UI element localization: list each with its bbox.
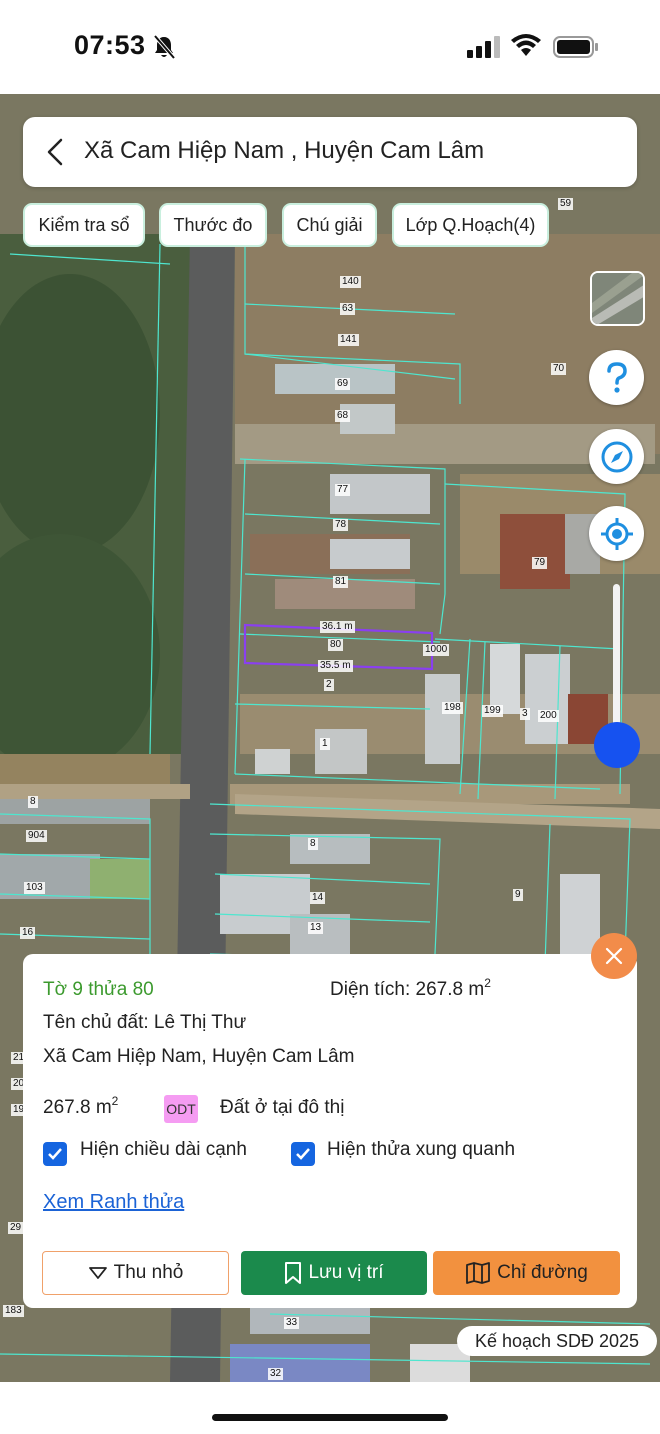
- show-edge-length-label[interactable]: Hiện chiều dài cạnh: [80, 1139, 247, 1161]
- parcel-number[interactable]: 3: [520, 708, 530, 720]
- planning-layer-button[interactable]: Lớp Q.Hoạch(4): [392, 203, 549, 247]
- area-value-text: 267.8 m: [43, 1097, 112, 1118]
- show-neighbors-label[interactable]: Hiện thửa xung quanh: [327, 1139, 515, 1161]
- collapse-button[interactable]: Thu nhỏ: [42, 1251, 229, 1295]
- address-label: Xã Cam Hiệp Nam, Huyện Cam Lâm: [43, 1046, 355, 1067]
- home-indicator[interactable]: [212, 1414, 448, 1421]
- parcel-number[interactable]: 68: [335, 410, 351, 422]
- land-code-badge: ODT: [164, 1095, 198, 1123]
- area-label-sup: 2: [484, 976, 491, 990]
- show-edge-length-checkbox[interactable]: [43, 1142, 67, 1166]
- parcel-number[interactable]: 70: [551, 363, 567, 375]
- parcel-number-selected[interactable]: 80: [328, 639, 344, 651]
- sheet-parcel-label: Tờ 9 thửa 80: [43, 979, 154, 1000]
- battery-icon: [553, 36, 598, 58]
- status-time: 07:53: [74, 30, 146, 60]
- owner-label: Tên chủ đất: Lê Thị Thư: [43, 1012, 247, 1033]
- question-icon: [606, 361, 627, 393]
- parcel-number[interactable]: 8: [28, 796, 38, 808]
- parcel-number[interactable]: 1000: [423, 644, 450, 656]
- parcel-number[interactable]: 9: [513, 889, 523, 901]
- crosshair-location-icon: [600, 517, 633, 550]
- status-bar: 07:53: [0, 0, 660, 94]
- parcel-number[interactable]: 78: [333, 519, 349, 531]
- parcel-number[interactable]: 199: [482, 705, 503, 717]
- triangle-down-icon: [88, 1267, 107, 1279]
- parcel-number[interactable]: 183: [3, 1305, 24, 1317]
- area-label-text: Diện tích: 267.8 m: [330, 979, 485, 1000]
- parcel-number[interactable]: 141: [338, 334, 359, 346]
- parcel-number[interactable]: 79: [532, 557, 548, 569]
- parcel-number[interactable]: 29: [8, 1222, 24, 1234]
- land-type-label: Đất ở tại đô thị: [220, 1097, 345, 1118]
- show-neighbors-checkbox[interactable]: [291, 1142, 315, 1166]
- directions-label: Chỉ đường: [497, 1262, 588, 1283]
- collapse-button-label: Thu nhỏ: [113, 1262, 184, 1283]
- parcel-number[interactable]: 59: [558, 198, 574, 210]
- land-use-plan-badge[interactable]: Kế hoạch SDĐ 2025: [457, 1326, 657, 1356]
- location-header: Xã Cam Hiệp Nam , Huyện Cam Lâm: [23, 117, 637, 187]
- parcel-number[interactable]: 140: [340, 276, 361, 288]
- directions-button[interactable]: Chỉ đường: [433, 1251, 620, 1295]
- base-layer-toggle[interactable]: [590, 271, 645, 326]
- ruler-button[interactable]: Thước đo: [159, 203, 267, 247]
- home-area: [0, 1382, 660, 1434]
- area-value: 267.8 m2: [43, 1094, 119, 1119]
- parcel-number[interactable]: 16: [20, 927, 36, 939]
- parcel-number[interactable]: 63: [340, 303, 356, 315]
- parcel-number[interactable]: 2: [324, 679, 334, 691]
- parcel-number[interactable]: 13: [308, 922, 324, 934]
- compass-icon: [601, 441, 632, 472]
- area-value-sup: 2: [111, 1094, 119, 1108]
- parcel-number[interactable]: 200: [538, 710, 559, 722]
- parcel-number[interactable]: 32: [268, 1368, 284, 1380]
- parcel-number[interactable]: 14: [310, 892, 326, 904]
- parcel-number[interactable]: 904: [26, 830, 47, 842]
- legend-button[interactable]: Chú giải: [282, 203, 377, 247]
- help-button[interactable]: [589, 350, 644, 405]
- cellular-signal-icon: [467, 36, 500, 58]
- page-title: Xã Cam Hiệp Nam , Huyện Cam Lâm: [84, 137, 485, 164]
- compass-button[interactable]: [589, 429, 644, 484]
- edge-length-label: 35.5 m: [318, 660, 353, 672]
- save-location-button[interactable]: Lưu vị trí: [241, 1251, 427, 1295]
- edge-length-label: 36.1 m: [320, 621, 355, 633]
- checkmark-icon: [48, 1148, 62, 1160]
- area-label: Diện tích: 267.8 m2: [330, 976, 491, 1001]
- parcel-info-panel: Tờ 9 thửa 80 Diện tích: 267.8 m2 Tên chủ…: [23, 954, 637, 1308]
- bell-off-icon: [153, 34, 176, 60]
- save-location-label: Lưu vị trí: [308, 1262, 384, 1283]
- wifi-icon: [511, 34, 541, 56]
- parcel-number[interactable]: 198: [442, 702, 463, 714]
- close-icon: [605, 947, 623, 965]
- parcel-number[interactable]: 33: [284, 1317, 300, 1329]
- parcel-number[interactable]: 103: [24, 882, 45, 894]
- opacity-slider-track[interactable]: [613, 584, 620, 744]
- parcel-number[interactable]: 8: [308, 838, 318, 850]
- parcel-number[interactable]: 77: [335, 484, 351, 496]
- parcel-number[interactable]: 1: [320, 738, 330, 750]
- parcel-number[interactable]: 69: [335, 378, 351, 390]
- satellite-layer-icon: [592, 273, 643, 324]
- opacity-slider-knob[interactable]: [594, 722, 640, 768]
- close-panel-button[interactable]: [591, 933, 637, 979]
- view-boundary-link[interactable]: Xem Ranh thửa: [43, 1191, 184, 1214]
- my-location-button[interactable]: [589, 506, 644, 561]
- checkmark-icon: [296, 1148, 310, 1160]
- back-chevron-icon[interactable]: [43, 137, 67, 167]
- parcel-number[interactable]: 81: [333, 576, 349, 588]
- map-icon: [466, 1262, 491, 1284]
- bookmark-icon: [285, 1262, 302, 1284]
- check-book-button[interactable]: Kiểm tra sổ: [23, 203, 145, 247]
